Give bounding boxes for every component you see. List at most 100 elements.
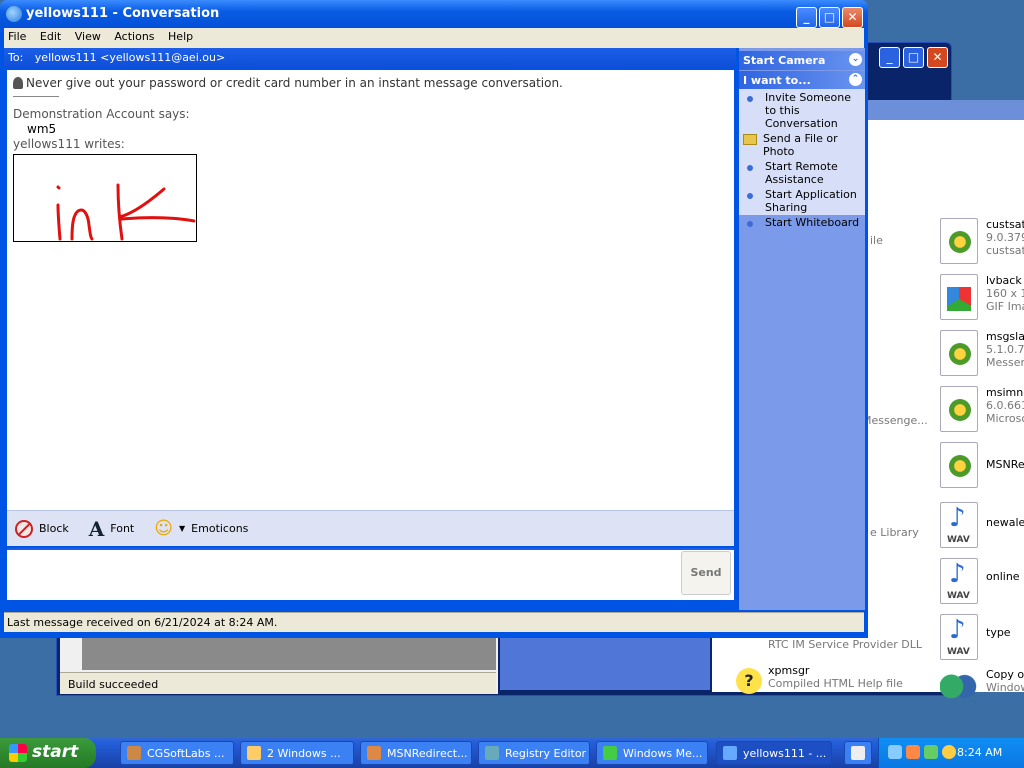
sender-line: Demonstration Account says: (13, 107, 190, 121)
file-item[interactable]: lvback160 x 14GIF Ima (940, 274, 1024, 324)
network-icon[interactable] (888, 745, 902, 759)
file-type: custsat (986, 244, 1024, 257)
emoticons-label: Emoticons (191, 522, 249, 535)
to-label: To: (8, 51, 24, 64)
font-button[interactable]: A Font (89, 517, 134, 541)
task-registry-editor[interactable]: Registry Editor (478, 741, 590, 765)
file-version: 9.0.379 (986, 231, 1024, 244)
action-label: Start Whiteboard (765, 216, 860, 229)
file-item[interactable]: ? xpmsgr Compiled HTML Help file (722, 664, 903, 714)
action-label: Invite Someone to this Conversation (765, 91, 852, 130)
security-warning: Never give out your password or credit c… (13, 76, 728, 90)
gear-icon (940, 386, 978, 432)
menu-help[interactable]: Help (168, 30, 193, 43)
file-version: 6.0.661 (986, 399, 1024, 412)
file-name: msimnet (986, 386, 1024, 399)
menu-view[interactable]: View (75, 30, 101, 43)
action-label: Send a File or Photo (763, 132, 838, 158)
invite-action[interactable]: Invite Someone to this Conversation (739, 91, 865, 130)
title-bar[interactable]: yellows111 - Conversation (0, 0, 868, 28)
tray-app-icon[interactable] (906, 745, 920, 759)
status-text: Last message received on 6/21/2024 at 8:… (7, 616, 278, 629)
start-camera-label: Start Camera (743, 54, 826, 67)
wav-file-icon (940, 614, 978, 660)
ink-drawing (56, 183, 196, 241)
file-version: 160 x 14 (986, 287, 1024, 300)
conversation-history[interactable]: Never give out your password or credit c… (7, 70, 734, 510)
action-label: Start Remote Assistance (765, 160, 838, 186)
file-name: MSNRed (986, 458, 1024, 471)
recipient[interactable]: yellows111 <yellows111@aei.ou> (35, 51, 225, 64)
file-type: Window (986, 681, 1024, 694)
file-item[interactable]: custsat.9.0.379custsat (940, 218, 1024, 268)
menu-file[interactable]: File (8, 30, 26, 43)
file-item[interactable]: type (940, 614, 1024, 664)
block-icon (15, 519, 33, 538)
task-cgsoftlabs[interactable]: CGSoftLabs ... (120, 741, 234, 765)
file-item[interactable]: msgslan5.1.0.7Messeng (940, 330, 1024, 380)
windows-logo-icon (9, 744, 27, 762)
chevron-up-icon[interactable]: ⌃ (849, 73, 862, 86)
task-msnredirect[interactable]: MSNRedirect... (360, 741, 472, 765)
to-bar: To: yellows111 <yellows111@aei.ou> (4, 48, 736, 68)
maximize-button[interactable]: □ (819, 7, 840, 28)
emoticons-button[interactable]: ☺ ▼ Emoticons (154, 518, 248, 539)
chevron-down-icon[interactable]: ⌄ (849, 53, 862, 66)
format-toolbar: Block A Font ☺ ▼ Emoticons (7, 510, 734, 546)
file-name: type (986, 626, 1011, 639)
gear-icon (940, 442, 978, 488)
file-name: newaler (986, 516, 1024, 529)
file-desc-fragment: e Library (870, 526, 919, 539)
smiley-icon: ☺ (154, 518, 174, 539)
messenger-icon (603, 746, 617, 760)
registry-icon (485, 746, 499, 760)
folder-icon (247, 746, 261, 760)
app-icon (127, 746, 141, 760)
file-type: Microsof (986, 412, 1024, 425)
remote-assistance-action[interactable]: Start Remote Assistance (739, 160, 865, 186)
file-item[interactable]: online (940, 558, 1024, 608)
send-file-action[interactable]: Send a File or Photo (739, 132, 865, 158)
menu-actions[interactable]: Actions (114, 30, 154, 43)
action-label: Start Application Sharing (765, 188, 857, 214)
block-button[interactable]: Block (15, 519, 69, 538)
start-camera-header[interactable]: Start Camera ⌄ (739, 51, 865, 70)
start-label: start (32, 742, 79, 762)
status-bar: Last message received on 6/21/2024 at 8:… (4, 612, 864, 632)
file-item[interactable]: Copy ofWindow (940, 668, 1024, 718)
close-button[interactable]: ✕ (842, 7, 863, 28)
send-button[interactable]: Send (681, 551, 731, 595)
task-label: MSNRedirect... (387, 747, 468, 760)
menu-edit[interactable]: Edit (40, 30, 61, 43)
file-item[interactable]: newaler (940, 502, 1024, 552)
close-button[interactable]: ✕ (927, 47, 948, 68)
minimize-button[interactable]: _ (879, 47, 900, 68)
file-item[interactable]: msimnet6.0.661Microsof (940, 386, 1024, 436)
window-title: yellows111 - Conversation (26, 6, 220, 21)
divider (13, 96, 59, 97)
wav-file-icon (940, 558, 978, 604)
keyboard-layout-button[interactable] (844, 741, 872, 765)
file-item[interactable]: MSNRed (940, 442, 1024, 492)
file-desc-fragment: Messenge... (862, 414, 928, 427)
task-windows-group[interactable]: 2 Windows ... (240, 741, 354, 765)
bullet-icon (747, 193, 753, 199)
messenger-icon (6, 6, 22, 22)
message-input[interactable] (7, 548, 734, 600)
task-windows-messenger[interactable]: Windows Me... (596, 741, 708, 765)
clock[interactable]: 8:24 AM (957, 746, 1002, 759)
messenger-tray-icon[interactable] (924, 745, 938, 759)
task-conversation[interactable]: yellows111 - ... (716, 741, 832, 765)
app-sharing-action[interactable]: Start Application Sharing (739, 188, 865, 214)
background-gray-area (82, 636, 496, 670)
i-want-to-header[interactable]: I want to... ⌃ (739, 71, 865, 90)
maximize-button[interactable]: □ (903, 47, 924, 68)
minimize-button[interactable]: _ (796, 7, 817, 28)
task-label: Registry Editor (505, 747, 587, 760)
search-icon[interactable] (942, 745, 956, 759)
users-icon (940, 668, 978, 714)
message-text: wm5 (27, 122, 57, 136)
whiteboard-action[interactable]: Start Whiteboard (739, 216, 865, 229)
app-icon (367, 746, 381, 760)
user-icon (13, 77, 23, 89)
